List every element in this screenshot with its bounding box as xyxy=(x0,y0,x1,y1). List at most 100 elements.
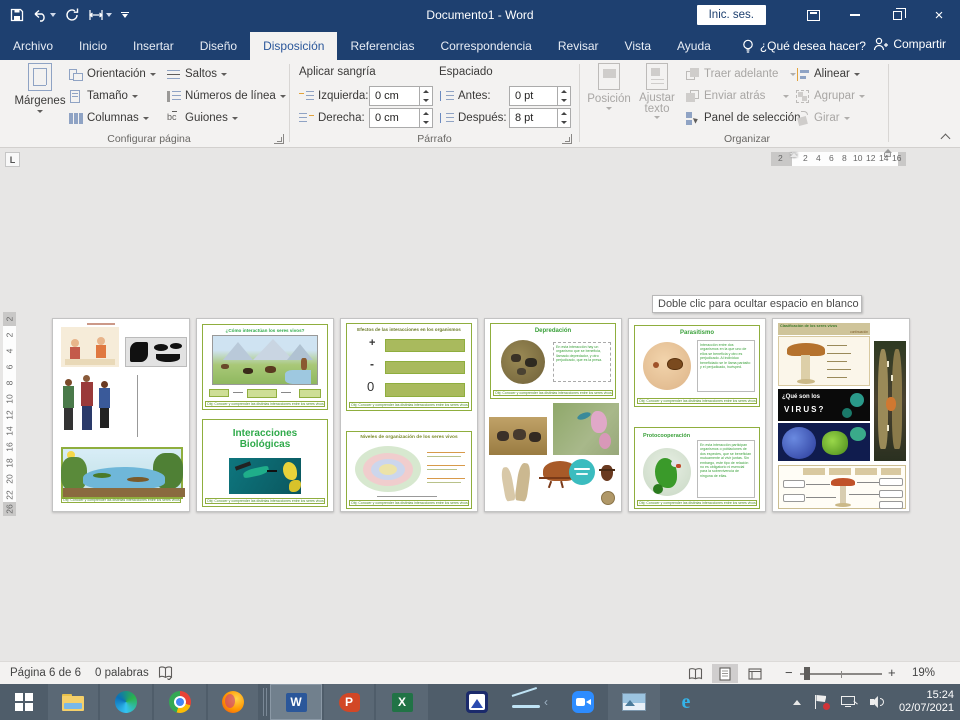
tab-archivo[interactable]: Archivo xyxy=(0,32,66,60)
espaciado-antes-spinner[interactable] xyxy=(557,87,570,105)
file-explorer-icon xyxy=(62,694,84,711)
print-layout-button[interactable] xyxy=(712,664,738,683)
page-thumbnail-5[interactable]: Parasitismo Interacción entre dos organi… xyxy=(628,318,766,512)
zoom-in-button[interactable]: + xyxy=(888,662,896,684)
zoom-slider-thumb[interactable] xyxy=(804,667,810,680)
status-bar: Página 6 de 6 0 palabras − + 19% xyxy=(0,661,960,684)
restore-button[interactable] xyxy=(876,0,918,30)
scan-tray-button[interactable]: ‹ xyxy=(502,684,558,720)
volume-icon[interactable] xyxy=(870,695,886,709)
close-button[interactable]: × xyxy=(918,0,960,30)
tab-ayuda[interactable]: Ayuda xyxy=(664,32,724,60)
espaciado-antes-input[interactable]: 0 pt xyxy=(509,86,571,106)
posicion-icon xyxy=(598,63,620,90)
edge-button[interactable] xyxy=(100,684,152,720)
page-thumbnail-6[interactable]: Clasificación de los seres vivos continu… xyxy=(772,318,910,512)
clock[interactable]: 15:24 02/07/2021 xyxy=(899,689,954,715)
saltos-button[interactable]: Saltos xyxy=(166,64,227,84)
ajustar-texto-button[interactable]: Ajustar texto xyxy=(633,63,681,119)
p2-hummingbird-image xyxy=(229,458,301,494)
tell-me-label: ¿Qué desea hacer? xyxy=(760,39,866,53)
word-count[interactable]: 0 palabras xyxy=(95,662,149,684)
sangria-izquierda-input[interactable]: 0 cm xyxy=(369,86,433,106)
panel-seleccion-button[interactable]: Panel de selección xyxy=(685,108,801,128)
agrupar-button[interactable]: Agrupar xyxy=(795,86,865,106)
start-button[interactable] xyxy=(0,684,48,720)
zoom-slider[interactable] xyxy=(800,673,882,675)
p6-header-title: Clasificación de los seres vivos xyxy=(780,324,837,328)
document-canvas[interactable]: L 2 2 4 6 8 10 12 14 16 2 2 4 6 8 10 12 … xyxy=(0,148,960,661)
espaciado-despues-spinner[interactable] xyxy=(557,109,570,127)
traer-adelante-button[interactable]: Traer adelante xyxy=(685,64,796,84)
sangria-derecha-spinner[interactable] xyxy=(419,109,432,127)
columnas-button[interactable]: Columnas xyxy=(68,108,149,128)
numeros-de-linea-button[interactable]: Números de línea xyxy=(166,86,286,106)
page-indicator[interactable]: Página 6 de 6 xyxy=(10,662,81,684)
margenes-icon xyxy=(28,63,52,91)
zoom-level[interactable]: 19% xyxy=(912,662,935,684)
girar-button[interactable]: Girar xyxy=(795,108,850,128)
group-organizar: Posición Ajustar texto Traer adelante En… xyxy=(581,60,887,147)
tab-disposicion[interactable]: Disposición xyxy=(250,32,337,60)
excel-taskbar-button[interactable]: X xyxy=(376,684,428,720)
web-layout-button[interactable] xyxy=(742,664,768,683)
file-explorer-button[interactable] xyxy=(48,684,98,720)
internet-explorer-button[interactable]: e xyxy=(662,684,710,720)
read-mode-button[interactable] xyxy=(682,664,708,683)
espaciado-despues-icon xyxy=(439,111,454,126)
p6-mushroom-diagram xyxy=(778,336,870,386)
minimize-button[interactable] xyxy=(834,0,876,30)
firefox-button[interactable] xyxy=(208,684,258,720)
tamano-button[interactable]: Tamaño xyxy=(68,86,138,106)
p4-teal-badge xyxy=(569,459,595,485)
scanner-app-button[interactable] xyxy=(452,684,502,720)
horizontal-ruler[interactable]: 2 2 4 6 8 10 12 14 16 xyxy=(771,152,906,166)
tab-referencias[interactable]: Referencias xyxy=(337,32,427,60)
sangria-izquierda-spinner[interactable] xyxy=(419,87,432,105)
tab-vista[interactable]: Vista xyxy=(612,32,664,60)
vertical-ruler[interactable]: 2 2 4 6 8 10 12 14 16 18 20 22 26 xyxy=(3,312,16,516)
page-thumbnail-4[interactable]: Depredación En esta interacción hay un o… xyxy=(484,318,622,512)
p6-header-sub: continuación xyxy=(850,330,868,334)
chrome-button[interactable] xyxy=(154,684,206,720)
orientacion-button[interactable]: Orientación xyxy=(68,64,156,84)
enviar-atras-button[interactable]: Enviar atrás xyxy=(685,86,789,106)
collapse-ribbon-icon[interactable] xyxy=(941,132,950,141)
agrupar-icon xyxy=(795,89,810,104)
sign-in-button[interactable]: Inic. ses. xyxy=(697,5,766,25)
page-thumbnail-1[interactable]: Obj: Conocer y comprender las distintas … xyxy=(52,318,190,512)
powerpoint-taskbar-button[interactable]: P xyxy=(324,684,374,720)
sangria-izquierda-label: Izquierda: xyxy=(318,90,369,102)
posicion-button[interactable]: Posición xyxy=(587,63,631,110)
tab-stop-selector[interactable]: L xyxy=(5,152,20,167)
guiones-button[interactable]: bc Guiones xyxy=(166,108,238,128)
tab-correspondencia[interactable]: Correspondencia xyxy=(427,32,544,60)
espaciado-despues-input[interactable]: 8 pt xyxy=(509,108,571,128)
tab-diseno[interactable]: Diseño xyxy=(187,32,250,60)
tab-insertar[interactable]: Insertar xyxy=(120,32,187,60)
hanging-indent-marker[interactable] xyxy=(790,153,798,157)
word-icon: W xyxy=(286,693,307,712)
parrafo-dialog-launcher-icon[interactable] xyxy=(562,134,572,144)
share-label: Compartir xyxy=(893,37,946,51)
tab-inicio[interactable]: Inicio xyxy=(66,32,120,60)
photo-preview-button[interactable] xyxy=(608,684,660,720)
alinear-button[interactable]: Alinear xyxy=(795,64,860,84)
tray-expand-icon[interactable] xyxy=(793,700,801,705)
ribbon-display-options-button[interactable] xyxy=(792,0,834,30)
sangria-derecha-input[interactable]: 0 cm xyxy=(369,108,433,128)
tell-me-box[interactable]: ¿Qué desea hacer? xyxy=(742,32,866,60)
zoom-out-button[interactable]: − xyxy=(785,662,793,684)
zoom-app-button[interactable] xyxy=(558,684,608,720)
action-center-flag-icon[interactable] xyxy=(814,695,828,709)
page-thumbnail-3[interactable]: Efectos de las interacciones en los orga… xyxy=(340,318,478,512)
share-button[interactable]: Compartir xyxy=(873,30,946,58)
page-thumbnail-2[interactable]: ¿Cómo interactúan los seres vivos? Obj: … xyxy=(196,318,334,512)
network-display-icon[interactable] xyxy=(841,696,857,709)
margenes-button[interactable]: Márgenes xyxy=(16,63,64,113)
system-tray: 15:24 02/07/2021 xyxy=(793,684,954,720)
word-taskbar-button[interactable]: W xyxy=(270,684,322,720)
configurar-dialog-launcher-icon[interactable] xyxy=(274,134,284,144)
enviar-atras-icon xyxy=(685,89,700,104)
tab-revisar[interactable]: Revisar xyxy=(545,32,612,60)
